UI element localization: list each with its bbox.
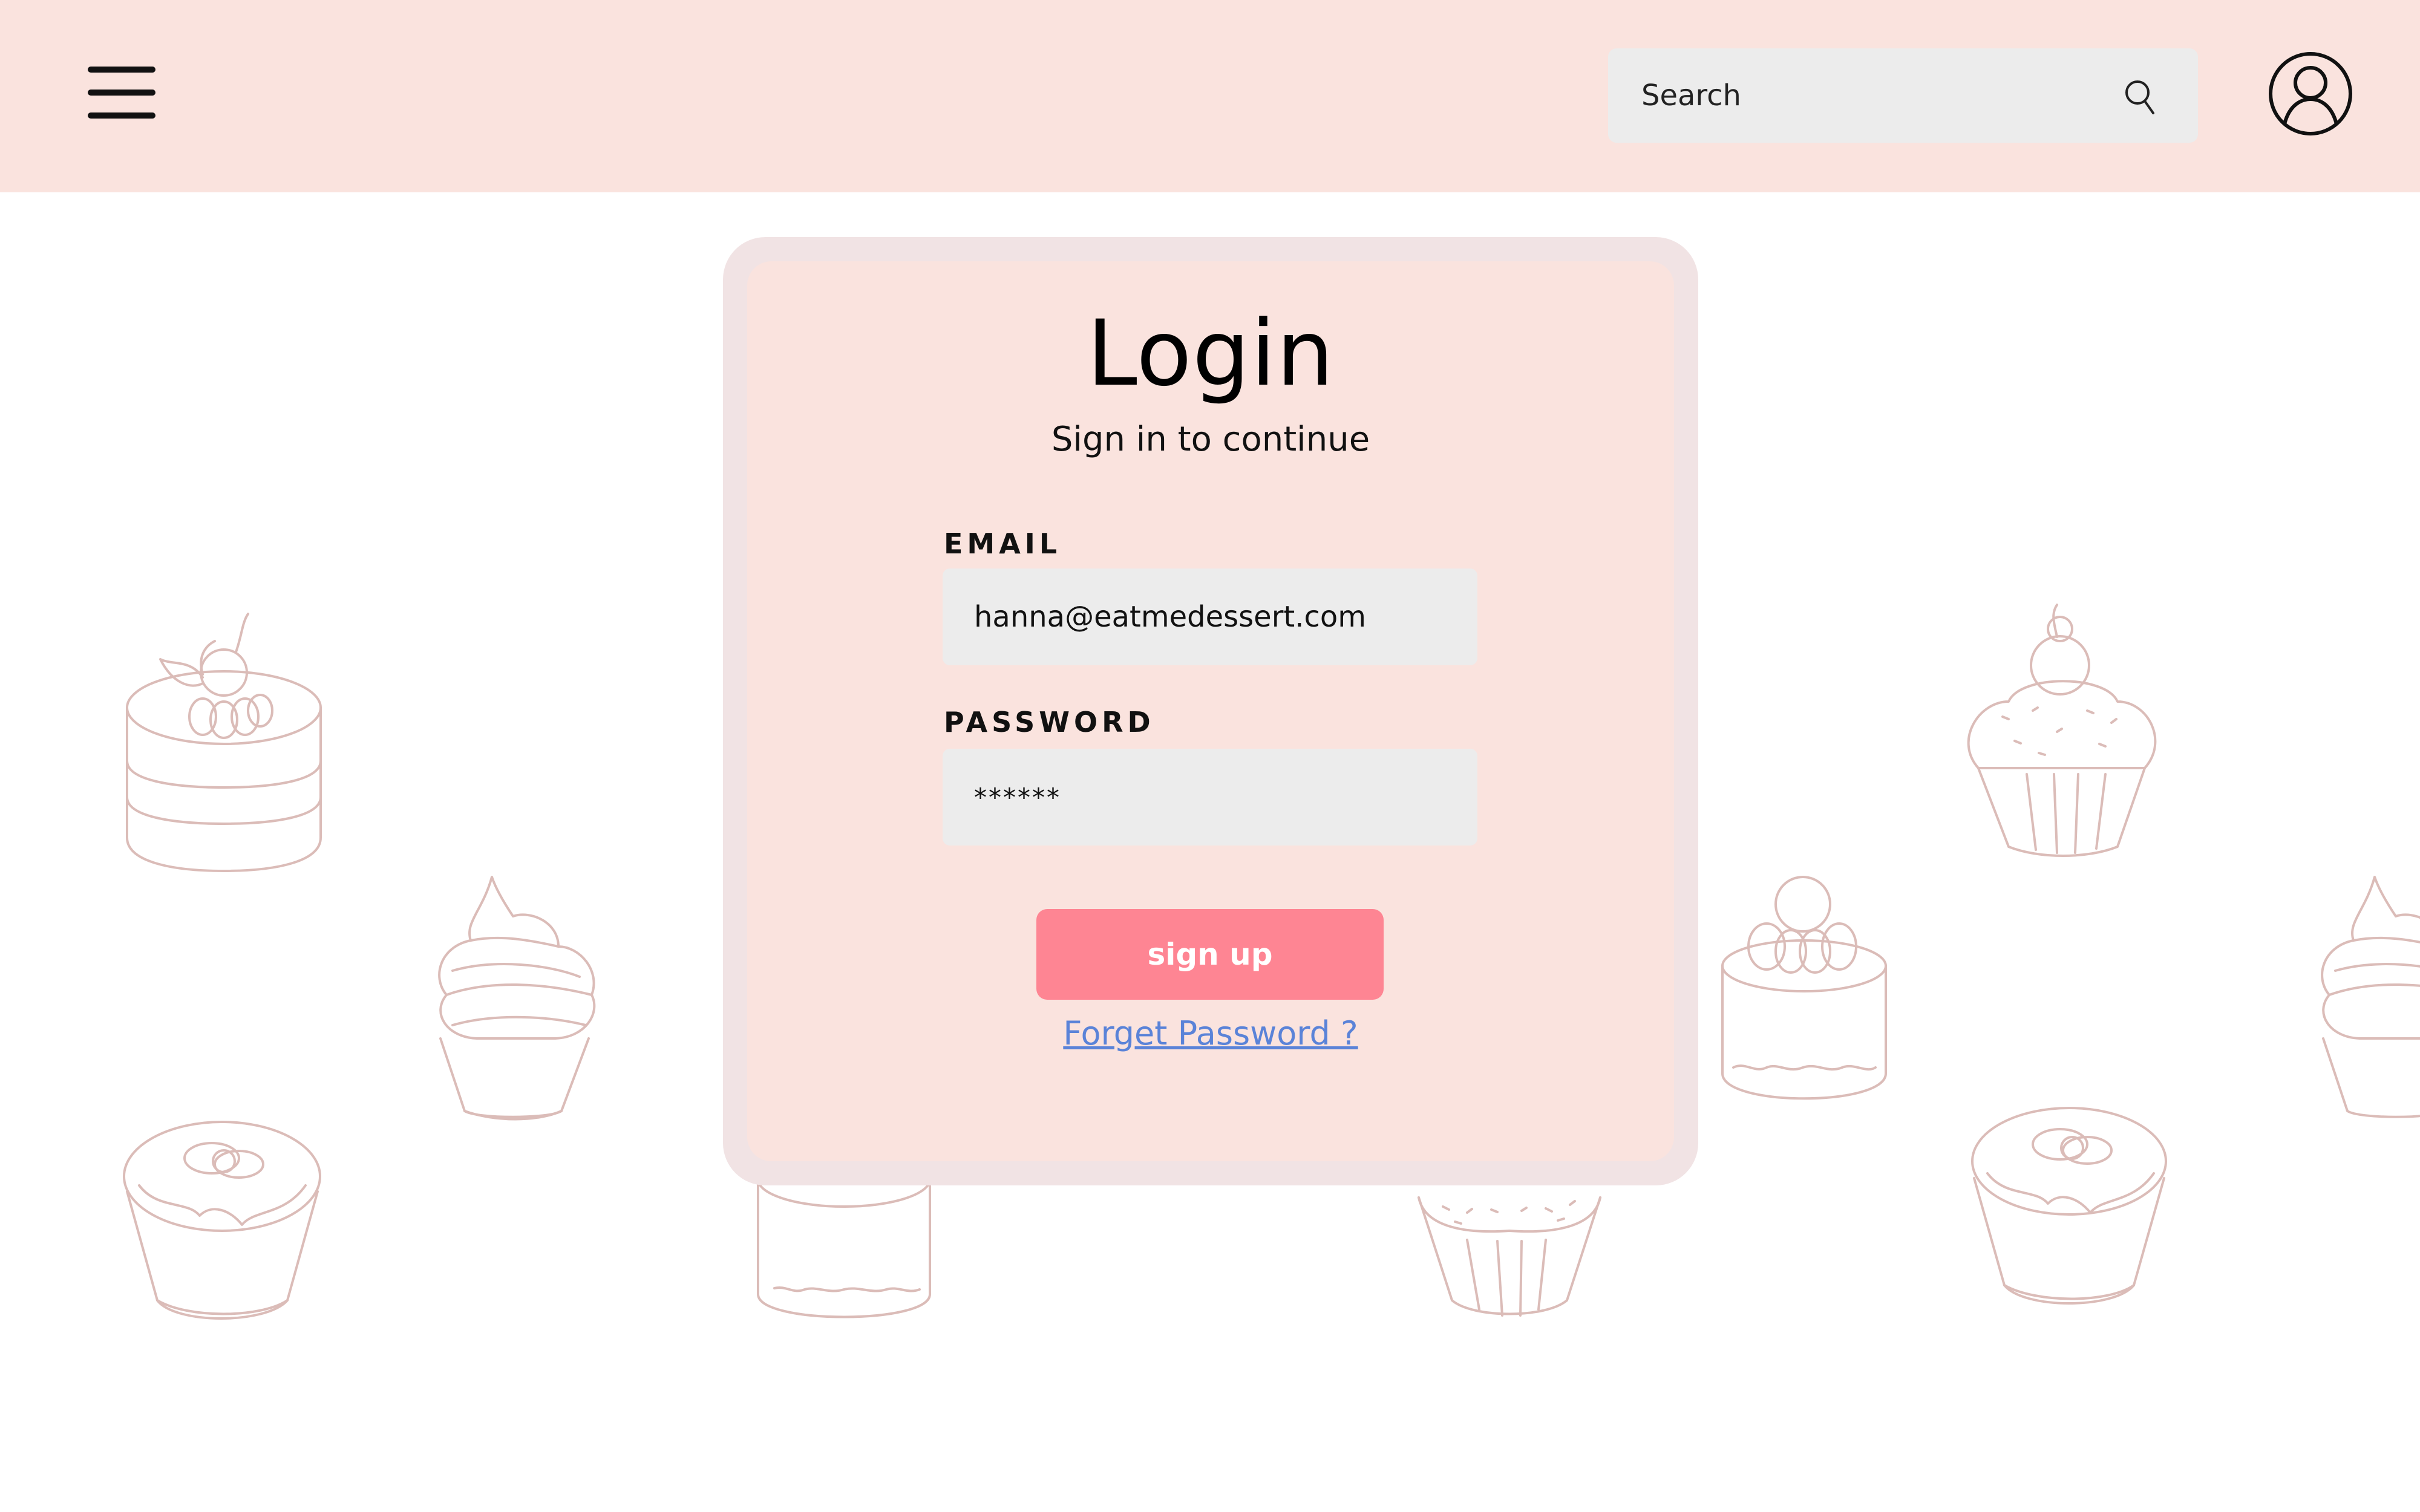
layer-cake-illustration: [124, 605, 330, 877]
search-icon[interactable]: [2119, 76, 2162, 118]
menu-line: [88, 112, 155, 119]
glazed-cupcake-illustration: [1969, 1107, 2169, 1309]
search-input[interactable]: [1641, 48, 2101, 143]
search-box: [1608, 48, 2198, 143]
user-account-icon[interactable]: [2268, 51, 2353, 137]
cherry-cupcake-illustration: [1966, 602, 2157, 857]
email-field[interactable]: [943, 569, 1477, 665]
berry-cake-illustration: [1721, 874, 1888, 1104]
glazed-cupcake-illustration: [121, 1119, 324, 1325]
login-title: Login: [1087, 301, 1335, 406]
email-label: EMAIL: [944, 527, 1062, 560]
login-page: Login Sign in to continue EMAIL PASSWORD…: [0, 0, 2420, 1512]
hamburger-menu-icon[interactable]: [88, 67, 155, 119]
login-card-panel: Login Sign in to continue EMAIL PASSWORD…: [747, 261, 1674, 1161]
top-header: [0, 0, 2420, 192]
swirl-cupcake-illustration: [2311, 874, 2420, 1122]
login-subtitle: Sign in to continue: [1051, 420, 1370, 459]
password-field[interactable]: [943, 749, 1477, 846]
menu-line: [88, 90, 155, 96]
sign-up-button[interactable]: sign up: [1036, 909, 1384, 1000]
password-label: PASSWORD: [944, 706, 1155, 738]
login-card: Login Sign in to continue EMAIL PASSWORD…: [723, 237, 1698, 1185]
forgot-password-link[interactable]: Forget Password ?: [747, 1014, 1674, 1052]
swirl-cupcake-illustration: [428, 874, 601, 1122]
menu-line: [88, 67, 155, 73]
